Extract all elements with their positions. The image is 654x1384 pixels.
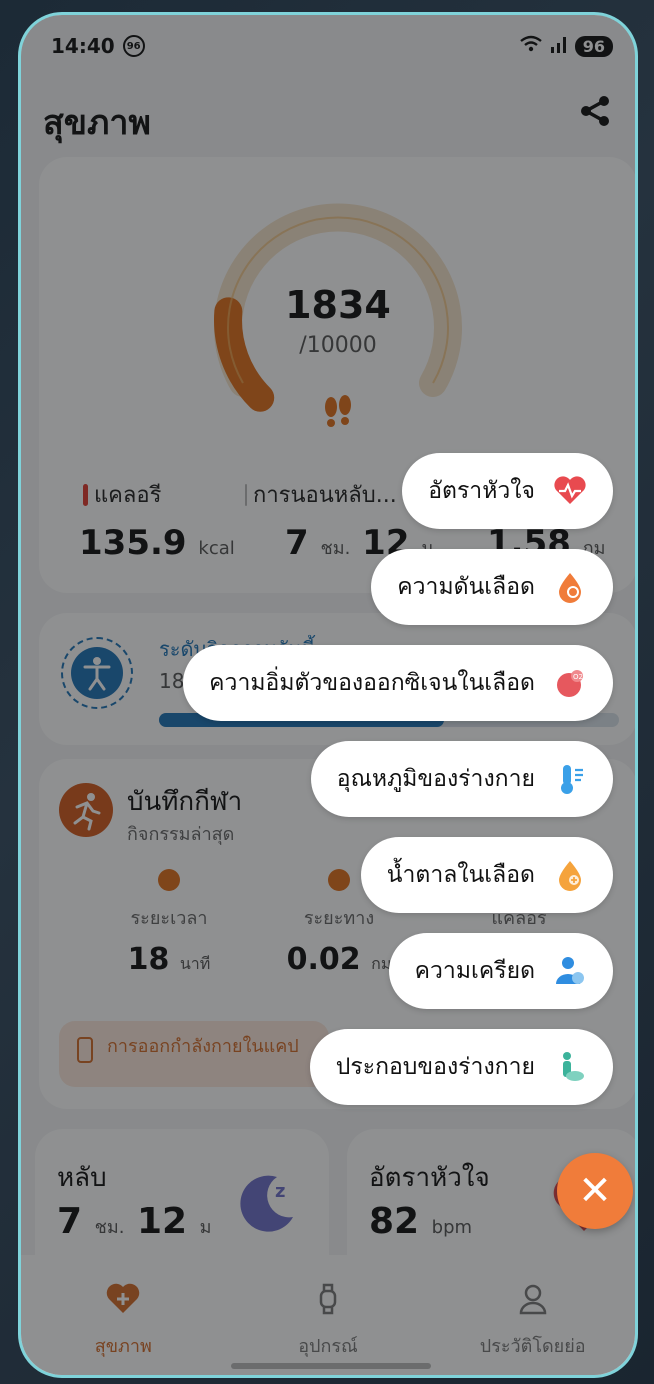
blood-pressure-icon	[559, 573, 581, 603]
menu-item-heart-rate[interactable]: อัตราหัวใจ	[402, 453, 613, 529]
close-menu-button[interactable]: ✕	[557, 1153, 633, 1229]
menu-item-body-temperature[interactable]: อุณหภูมิของร่างกาย	[310, 741, 613, 817]
blood-sugar-icon	[559, 861, 581, 891]
close-icon: ✕	[578, 1168, 612, 1214]
phone-frame: 14:40 96 96 สุขภาพ 1834 /10000 แคลอรี 13…	[18, 12, 638, 1378]
stress-icon	[556, 957, 584, 984]
thermometer-icon	[561, 765, 583, 794]
menu-item-stress[interactable]: ความเครียด	[388, 933, 613, 1009]
menu-item-body-composition[interactable]: ประกอบของร่างกาย	[309, 1029, 613, 1105]
menu-item-spo2[interactable]: ความอิ่มตัวของออกซิเจนในเลือด O2	[183, 645, 613, 721]
heart-rate-icon	[554, 476, 586, 504]
health-screen: 14:40 96 96 สุขภาพ 1834 /10000 แคลอรี 13…	[21, 15, 635, 1375]
body-composition-icon	[563, 1052, 584, 1081]
menu-item-blood-sugar[interactable]: น้ำตาลในเลือด	[360, 837, 613, 913]
svg-text:O2: O2	[573, 673, 583, 681]
menu-item-blood-pressure[interactable]: ความดันเลือด	[371, 549, 613, 625]
spo2-icon: O2	[557, 670, 583, 697]
